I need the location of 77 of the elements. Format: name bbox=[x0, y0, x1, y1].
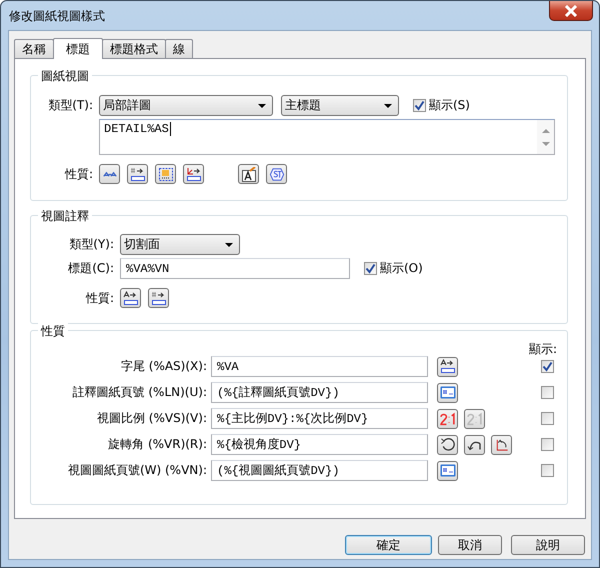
scroll-up-icon[interactable] bbox=[542, 129, 550, 133]
dropdown-arrow-icon bbox=[225, 242, 233, 246]
sheet-icon bbox=[440, 463, 456, 478]
hash-arrow-button[interactable] bbox=[127, 164, 148, 184]
frame-icon bbox=[158, 166, 174, 182]
text-field[interactable]: %{主比例DV}:%{次比例DV} bbox=[211, 408, 428, 429]
hash-arrow-button[interactable] bbox=[148, 288, 169, 308]
ratio-button[interactable] bbox=[464, 408, 485, 428]
dropdown-arrow-icon bbox=[384, 104, 392, 108]
sheet-button[interactable] bbox=[437, 460, 458, 480]
field-label: 類型(T): bbox=[47, 97, 93, 114]
scroll-down-icon[interactable] bbox=[542, 142, 550, 146]
ratio-button[interactable] bbox=[437, 408, 458, 428]
field-label: 類型(Y): bbox=[68, 236, 114, 253]
text-style-button[interactable] bbox=[238, 164, 259, 184]
angle-arrow-icon bbox=[186, 166, 202, 182]
tab[interactable]: 名稱 bbox=[14, 39, 54, 58]
rotate-icon bbox=[440, 437, 456, 452]
dialog-button[interactable]: 取消 bbox=[438, 535, 502, 555]
frame-button[interactable] bbox=[155, 164, 176, 184]
dropdown-arrow-icon bbox=[258, 104, 266, 108]
checkbox[interactable] bbox=[413, 99, 426, 112]
checkbox-label: 顯示(O) bbox=[380, 260, 423, 277]
field-label: 字尾 (%AS)(X): bbox=[120, 358, 207, 375]
checkbox[interactable] bbox=[364, 262, 377, 275]
ratio-icon bbox=[440, 411, 456, 426]
tab[interactable]: 標題 bbox=[53, 38, 103, 59]
checkbox[interactable] bbox=[541, 386, 554, 399]
sheet-icon bbox=[440, 385, 456, 400]
checkbox[interactable] bbox=[541, 360, 554, 373]
tab[interactable]: 線 bbox=[165, 39, 193, 58]
text-value: DETAIL%AS bbox=[104, 122, 169, 138]
rotate-button[interactable] bbox=[437, 434, 458, 454]
field-label: 視圖圖紙頁號(W) (%VN): bbox=[66, 462, 207, 479]
text-arrow-icon bbox=[440, 359, 456, 374]
checkbox[interactable] bbox=[541, 438, 554, 451]
column-header: 顯示: bbox=[528, 341, 557, 353]
close-icon bbox=[564, 4, 578, 16]
arc-arrow-button[interactable] bbox=[464, 434, 485, 454]
group-title: 性質 bbox=[38, 323, 68, 340]
text-field[interactable]: (%{視圖圖紙頁號DV}) bbox=[211, 460, 428, 481]
checkbox[interactable] bbox=[541, 464, 554, 477]
field-label: 性質: bbox=[64, 166, 93, 182]
type-dropdown[interactable]: 局部詳圖 bbox=[99, 95, 273, 116]
text-field[interactable]: %{檢視角度DV} bbox=[211, 434, 428, 455]
group-title: 視圖註釋 bbox=[38, 208, 92, 225]
tab[interactable]: 標題格式 bbox=[102, 39, 166, 58]
text-arrow-icon bbox=[122, 290, 138, 306]
subtype-dropdown[interactable]: 主標題 bbox=[281, 95, 399, 116]
ratio-icon bbox=[466, 411, 482, 426]
type-dropdown[interactable]: 切割面 bbox=[120, 234, 240, 255]
field-label: 視圖比例 (%VS)(V): bbox=[96, 410, 207, 427]
dialog-button[interactable]: 說明 bbox=[511, 535, 585, 555]
text-field[interactable]: %VA bbox=[211, 356, 428, 377]
hash-arrow-icon bbox=[130, 166, 146, 182]
field-label: 旋轉角 (%VR)(R): bbox=[107, 436, 207, 453]
st-icon bbox=[268, 166, 284, 182]
angle-rotate-button[interactable] bbox=[491, 434, 512, 454]
text-arrow-button[interactable] bbox=[437, 356, 458, 376]
st-button[interactable] bbox=[266, 164, 287, 184]
checkbox[interactable] bbox=[541, 412, 554, 425]
text-field[interactable]: (%{註釋圖紙頁號DV}) bbox=[211, 382, 428, 403]
close-button[interactable] bbox=[549, 1, 593, 21]
field-label: 性質: bbox=[84, 290, 114, 306]
dialog-button[interactable]: 確定 bbox=[345, 535, 432, 555]
aa-button[interactable] bbox=[99, 164, 120, 184]
sheet-button[interactable] bbox=[437, 382, 458, 402]
field-label: 標題(C): bbox=[67, 260, 114, 277]
angle-arrow-button[interactable] bbox=[183, 164, 204, 184]
checkbox-label: 顯示(S) bbox=[429, 97, 470, 114]
hash-arrow-icon bbox=[150, 290, 166, 306]
text-area[interactable]: DETAIL%AS bbox=[99, 119, 555, 155]
text-arrow-button[interactable] bbox=[120, 288, 141, 308]
caption-field[interactable]: %VA%VN bbox=[120, 258, 350, 279]
text-style-icon bbox=[240, 166, 256, 182]
window-title: 修改圖紙視圖樣式 bbox=[9, 8, 105, 25]
field-label: 註釋圖紙頁號 (%LN)(U): bbox=[72, 384, 207, 401]
